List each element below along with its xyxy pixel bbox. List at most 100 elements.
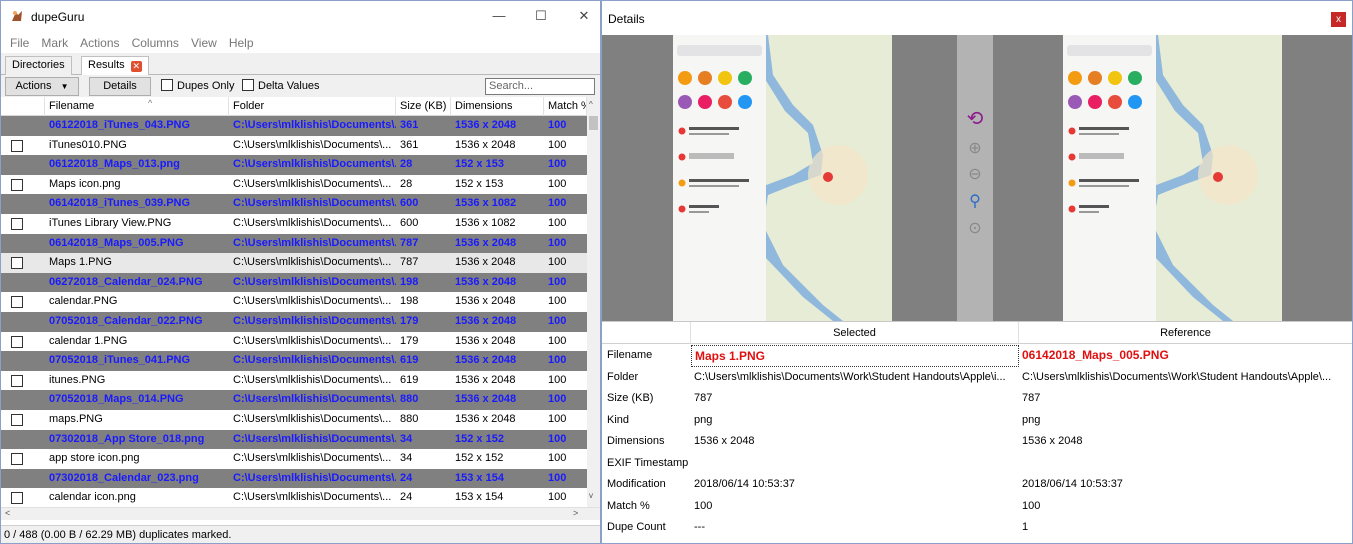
details-selected-value: Maps 1.PNG	[691, 345, 1019, 367]
delta-values-checkbox[interactable]	[242, 79, 254, 91]
vertical-scrollbar[interactable]: ^ v	[587, 97, 600, 507]
row-checkbox[interactable]	[11, 296, 23, 309]
row-checkbox[interactable]	[11, 218, 23, 230]
header-dimensions[interactable]: Dimensions	[451, 97, 544, 116]
reference-row[interactable]: 06272018_Calendar_024.PNG C:\Users\mlklis…	[1, 272, 587, 293]
duplicate-row[interactable]: calendar.PNG C:\Users\mlklishis\Documents…	[1, 292, 587, 312]
reference-row[interactable]: 06142018_iTunes_039.PNG C:\Users\mlklishi…	[1, 194, 587, 214]
zoom-normal-icon[interactable]: ⚲	[965, 192, 985, 212]
reference-row[interactable]: 06122018_iTunes_043.PNG C:\Users\mlklishi…	[1, 116, 587, 136]
duplicate-row[interactable]: Maps 1.PNG C:\Users\mlklishis\Documents\.…	[1, 253, 587, 273]
cell-folder: C:\Users\mlklishis\Documents\...	[233, 217, 392, 229]
zoom-out-icon[interactable]: ⊖	[965, 165, 985, 185]
cell-folder: C:\Users\mlklishis\Documents\...	[233, 119, 396, 131]
cell-size: 600	[400, 197, 419, 210]
scroll-up-icon[interactable]: ^	[589, 100, 593, 109]
tab-results-label: Results	[88, 59, 125, 71]
menu-help[interactable]: Help	[229, 33, 254, 53]
details-selected-value: C:\Users\mlklishis\Documents\Work\Studen…	[694, 370, 1006, 383]
minimize-button[interactable]: —	[484, 6, 514, 26]
details-button[interactable]: Details	[89, 77, 151, 96]
cell-match: 100	[548, 373, 567, 386]
cell-size: 787	[400, 256, 419, 269]
reference-row[interactable]: 06142018_Maps_005.PNG C:\Users\mlklishis\…	[1, 233, 587, 254]
reference-row[interactable]: 07052018_Calendar_022.PNG C:\Users\mlklis…	[1, 312, 587, 332]
duplicate-row[interactable]: iTunes010.PNG C:\Users\mlklishis\Document…	[1, 135, 587, 156]
scroll-right-icon[interactable]: >	[573, 508, 578, 518]
details-row-label: Modification	[607, 478, 666, 490]
duplicate-row[interactable]: app store icon.png C:\Users\mlklishis\Doc…	[1, 449, 587, 469]
row-checkbox[interactable]	[11, 414, 23, 426]
duplicate-row[interactable]: iTunes Library View.PNG C:\Users\mlklishi…	[1, 214, 587, 234]
row-checkbox[interactable]	[11, 257, 23, 270]
details-selected-value: 2018/06/14 10:53:37	[694, 478, 795, 490]
details-reference-value: 100	[1022, 499, 1041, 512]
duplicate-row[interactable]: calendar 1.PNG C:\Users\mlklishis\Documen…	[1, 331, 587, 352]
menu-bar: File Mark Actions Columns View Help	[1, 33, 600, 53]
details-window: Details x ⟲ ⊕ ⊖ ⚲ ⊙ Selected Reference F…	[601, 0, 1353, 544]
menu-view[interactable]: View	[191, 33, 217, 53]
header-filename-label: Filename	[49, 100, 95, 112]
reference-row[interactable]: 07302018_Calendar_023.png C:\Users\mlklis…	[1, 468, 587, 489]
details-row: Folder C:\Users\mlklishis\Documents\Work\…	[602, 367, 1352, 389]
cell-filename: 06272018_Calendar_024.PNG	[49, 275, 203, 288]
header-filename[interactable]: Filename ^	[45, 97, 229, 116]
swap-images-icon[interactable]: ⟲	[965, 109, 985, 129]
menu-file[interactable]: File	[10, 33, 29, 53]
cell-folder: C:\Users\mlklishis\Documents\...	[233, 295, 392, 308]
cell-filename: 07052018_Calendar_022.PNG	[49, 315, 203, 327]
header-folder[interactable]: Folder	[229, 97, 396, 116]
cell-filename: 07302018_App Store_018.png	[49, 432, 205, 445]
cell-folder: C:\Users\mlklishis\Documents\...	[233, 334, 392, 347]
cell-folder: C:\Users\mlklishis\Documents\...	[233, 471, 396, 484]
horizontal-scrollbar[interactable]: < >	[1, 507, 600, 520]
details-row: Dimensions 1536 x 2048 1536 x 2048	[602, 431, 1352, 453]
selected-image-preview[interactable]	[673, 35, 892, 321]
reference-row[interactable]: 07052018_iTunes_041.PNG C:\Users\mlklishi…	[1, 351, 587, 371]
cell-size: 880	[400, 413, 419, 425]
duplicate-row[interactable]: Maps icon.png C:\Users\mlklishis\Document…	[1, 174, 587, 195]
reference-row[interactable]: 07302018_App Store_018.png C:\Users\mlkli…	[1, 429, 587, 450]
dupes-only-toggle[interactable]: Dupes Only	[161, 79, 234, 93]
details-row-label: Size (KB)	[607, 392, 654, 404]
header-match[interactable]: Match %	[544, 97, 587, 116]
tab-results[interactable]: Results ✕	[81, 56, 149, 76]
close-button[interactable]: ✕	[569, 6, 599, 26]
zoom-in-icon[interactable]: ⊕	[965, 139, 985, 159]
delta-values-toggle[interactable]: Delta Values	[242, 79, 320, 93]
tab-directories[interactable]: Directories	[5, 56, 72, 75]
reference-image-preview[interactable]	[1063, 35, 1282, 321]
cell-match: 100	[548, 119, 567, 131]
scroll-down-icon[interactable]: v	[589, 491, 593, 500]
search-input[interactable]: Search...	[485, 78, 595, 95]
actions-dropdown[interactable]: Actions ▼	[5, 77, 79, 96]
tab-close-icon[interactable]: ✕	[130, 61, 142, 72]
header-size[interactable]: Size (KB)	[396, 97, 451, 116]
duplicate-row[interactable]: itunes.PNG C:\Users\mlklishis\Documents\.…	[1, 370, 587, 391]
dupes-only-checkbox[interactable]	[161, 79, 173, 91]
sort-ascending-icon: ^	[148, 98, 153, 108]
duplicate-row[interactable]: calendar icon.png C:\Users\mlklishis\Docu…	[1, 488, 587, 507]
table-header: Filename ^ Folder Size (KB) Dimensions M…	[1, 97, 587, 116]
best-fit-icon[interactable]: ⊙	[965, 219, 985, 239]
scroll-left-icon[interactable]: <	[5, 508, 10, 518]
header-checkbox-col[interactable]	[1, 97, 45, 116]
reference-row[interactable]: 07052018_Maps_014.PNG C:\Users\mlklishis\…	[1, 390, 587, 410]
row-checkbox[interactable]	[11, 335, 23, 348]
row-checkbox[interactable]	[11, 139, 23, 152]
duplicate-row[interactable]: maps.PNG C:\Users\mlklishis\Documents\...…	[1, 410, 587, 430]
cell-size: 198	[400, 275, 419, 288]
row-checkbox[interactable]	[11, 374, 23, 387]
menu-mark[interactable]: Mark	[41, 33, 68, 53]
cell-dimensions: 1536 x 2048	[455, 373, 516, 386]
menu-columns[interactable]: Columns	[132, 33, 179, 53]
menu-actions[interactable]: Actions	[80, 33, 119, 53]
details-close-button[interactable]: x	[1331, 12, 1346, 27]
reference-row[interactable]: 06122018_Maps_013.png C:\Users\mlklishis\…	[1, 155, 587, 175]
row-checkbox[interactable]	[11, 178, 23, 191]
maximize-button[interactable]: ☐	[526, 6, 556, 26]
scrollbar-thumb[interactable]	[589, 116, 598, 130]
app-title: dupeGuru	[31, 10, 85, 24]
row-checkbox[interactable]	[11, 453, 23, 466]
row-checkbox[interactable]	[11, 492, 23, 505]
